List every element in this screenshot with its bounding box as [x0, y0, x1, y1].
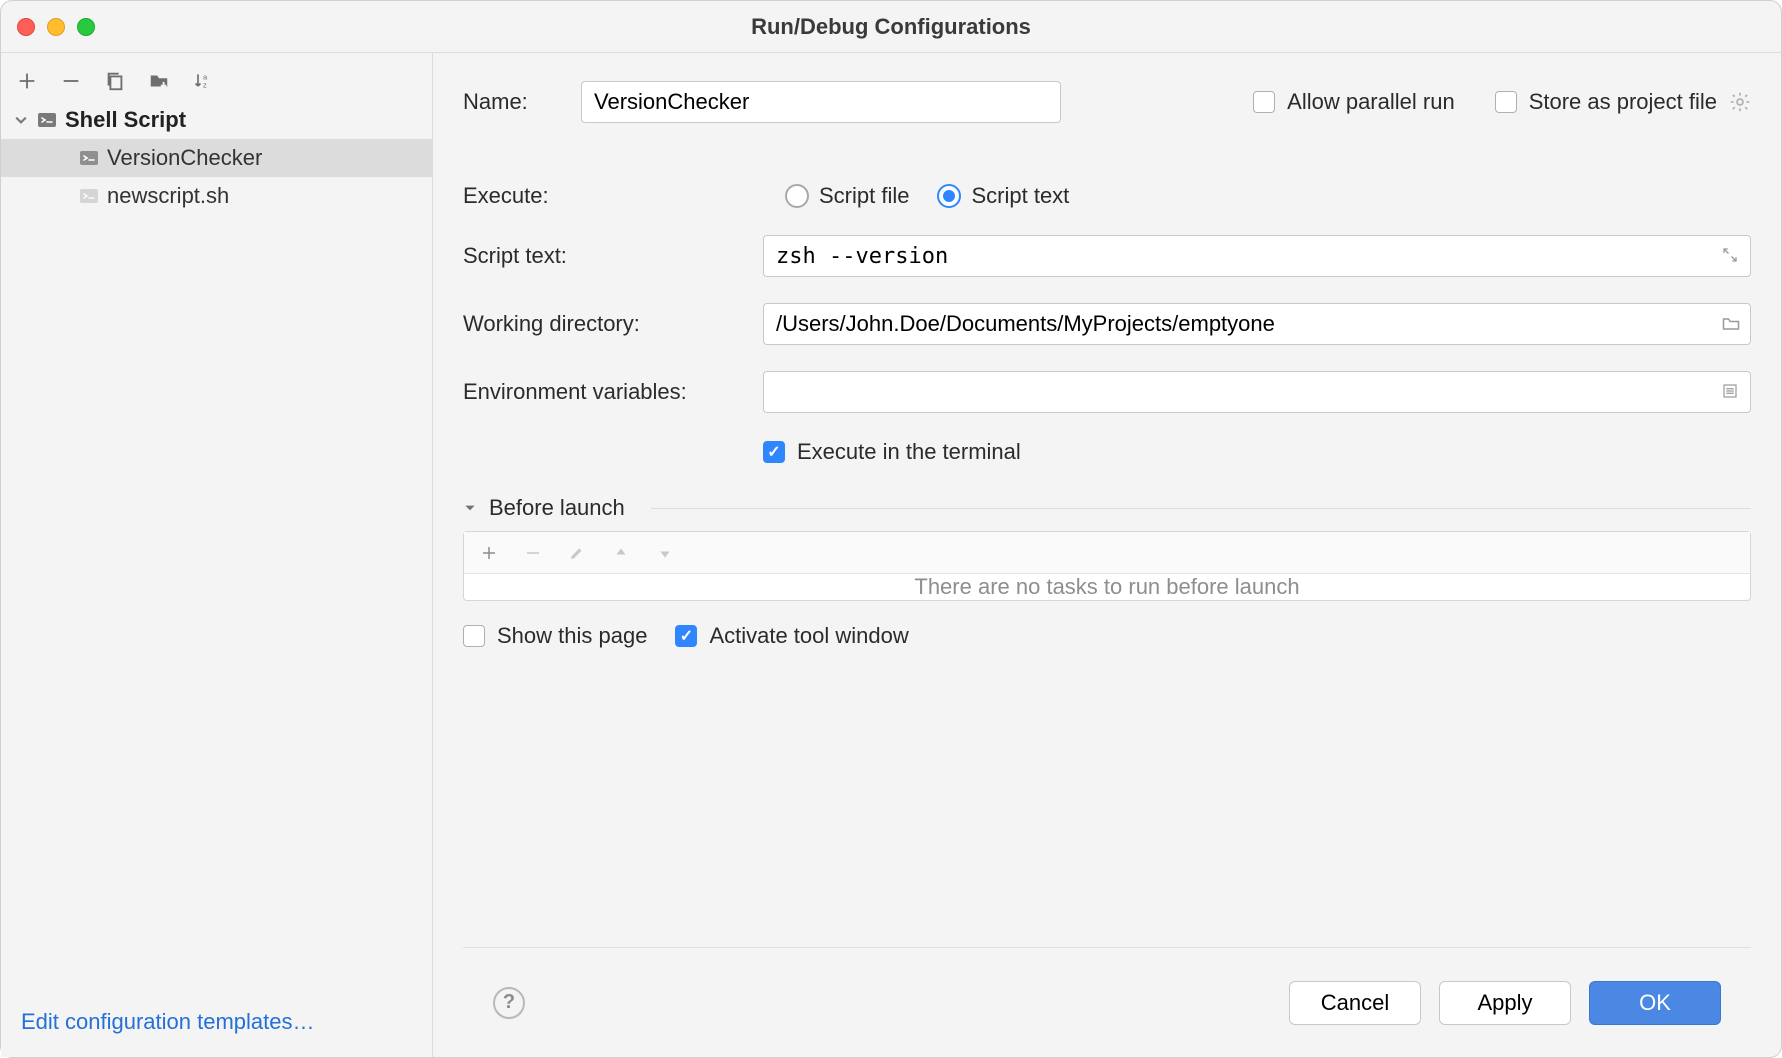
expand-icon[interactable]	[1721, 246, 1741, 266]
remove-config-button[interactable]	[59, 69, 83, 93]
checkbox-icon	[675, 625, 697, 647]
save-config-button[interactable]	[147, 69, 171, 93]
remove-task-button[interactable]	[524, 544, 542, 562]
gear-icon[interactable]	[1729, 91, 1751, 113]
close-window-button[interactable]	[17, 18, 35, 36]
move-down-button[interactable]	[656, 544, 674, 562]
window-title: Run/Debug Configurations	[1, 14, 1781, 40]
radio-script-text-label: Script text	[971, 183, 1069, 209]
checkbox-icon	[1495, 91, 1517, 113]
allow-parallel-label: Allow parallel run	[1287, 89, 1455, 115]
name-input[interactable]	[581, 81, 1061, 123]
working-dir-row: Working directory:	[463, 303, 1751, 345]
dialog-buttons: Cancel Apply OK	[1289, 981, 1721, 1025]
help-button[interactable]: ?	[493, 987, 525, 1019]
no-tasks-text: There are no tasks to run before launch	[464, 574, 1750, 600]
content-area: az Shell Script VersionC	[1, 53, 1781, 1057]
execute-radio-group: Script file Script text	[785, 183, 1069, 209]
tree-group-label: Shell Script	[65, 107, 186, 133]
tree-item-label: VersionChecker	[107, 145, 262, 171]
checkbox-icon	[763, 441, 785, 463]
checkbox-icon	[463, 625, 485, 647]
dialog-footer: ? Cancel Apply OK	[463, 947, 1751, 1057]
bottom-checks: Show this page Activate tool window	[463, 623, 1751, 649]
before-launch-tasks: There are no tasks to run before launch	[463, 531, 1751, 601]
ok-button[interactable]: OK	[1589, 981, 1721, 1025]
radio-script-file-label: Script file	[819, 183, 909, 209]
before-launch-header[interactable]: Before launch	[463, 495, 1751, 521]
name-row: Name: Allow parallel run Store as projec…	[463, 81, 1751, 123]
checkbox-icon	[1253, 91, 1275, 113]
working-dir-input[interactable]	[763, 303, 1751, 345]
tasks-toolbar	[464, 532, 1750, 574]
exec-terminal-row: Execute in the terminal	[463, 439, 1751, 465]
name-label: Name:	[463, 89, 581, 115]
env-row: Environment variables:	[463, 371, 1751, 413]
sidebar: az Shell Script VersionC	[1, 53, 433, 1057]
shell-script-icon	[79, 186, 99, 206]
activate-tool-label: Activate tool window	[709, 623, 908, 649]
activate-tool-checkbox[interactable]: Activate tool window	[675, 623, 908, 649]
allow-parallel-checkbox[interactable]: Allow parallel run	[1253, 89, 1455, 115]
add-task-button[interactable]	[480, 544, 498, 562]
env-input[interactable]	[763, 371, 1751, 413]
show-this-page-checkbox[interactable]: Show this page	[463, 623, 647, 649]
run-debug-config-window: Run/Debug Configurations az	[0, 0, 1782, 1058]
tree-item-versionchecker[interactable]: VersionChecker	[1, 139, 432, 177]
edit-templates-link[interactable]: Edit configuration templates…	[21, 1009, 315, 1034]
sidebar-footer: Edit configuration templates…	[1, 987, 432, 1057]
config-tree: Shell Script VersionChecker newscript.sh	[1, 101, 432, 987]
zoom-window-button[interactable]	[77, 18, 95, 36]
radio-script-file[interactable]: Script file	[785, 183, 909, 209]
list-icon[interactable]	[1721, 382, 1741, 402]
working-dir-label: Working directory:	[463, 311, 763, 337]
edit-task-button[interactable]	[568, 544, 586, 562]
minimize-window-button[interactable]	[47, 18, 65, 36]
execute-label: Execute:	[463, 183, 763, 209]
script-text-row: Script text:	[463, 235, 1751, 277]
exec-terminal-checkbox[interactable]: Execute in the terminal	[763, 439, 1021, 465]
tree-item-label: newscript.sh	[107, 183, 229, 209]
cancel-button[interactable]: Cancel	[1289, 981, 1421, 1025]
add-config-button[interactable]	[15, 69, 39, 93]
before-launch-label: Before launch	[489, 495, 625, 521]
sort-config-button[interactable]: az	[191, 69, 215, 93]
sidebar-toolbar: az	[1, 61, 432, 101]
top-options: Allow parallel run Store as project file	[1253, 89, 1751, 115]
store-project-label: Store as project file	[1529, 89, 1717, 115]
main-panel: Name: Allow parallel run Store as projec…	[433, 53, 1781, 1057]
traffic-lights	[17, 18, 95, 36]
execute-row: Execute: Script file Script text	[463, 183, 1751, 209]
store-project-checkbox[interactable]: Store as project file	[1495, 89, 1751, 115]
exec-terminal-label: Execute in the terminal	[797, 439, 1021, 465]
radio-icon	[937, 184, 961, 208]
env-label: Environment variables:	[463, 379, 763, 405]
script-text-input[interactable]	[763, 235, 1751, 277]
radio-icon	[785, 184, 809, 208]
folder-icon[interactable]	[1721, 314, 1741, 334]
shell-script-icon	[37, 110, 57, 130]
apply-button[interactable]: Apply	[1439, 981, 1571, 1025]
move-up-button[interactable]	[612, 544, 630, 562]
tree-group-shell-script[interactable]: Shell Script	[1, 101, 432, 139]
show-this-page-label: Show this page	[497, 623, 647, 649]
script-text-label: Script text:	[463, 243, 763, 269]
copy-config-button[interactable]	[103, 69, 127, 93]
triangle-down-icon	[463, 501, 477, 515]
shell-script-icon	[79, 148, 99, 168]
titlebar: Run/Debug Configurations	[1, 1, 1781, 53]
chevron-down-icon	[15, 114, 29, 126]
tree-item-newscript[interactable]: newscript.sh	[1, 177, 432, 215]
radio-script-text[interactable]: Script text	[937, 183, 1069, 209]
svg-text:z: z	[203, 81, 207, 90]
